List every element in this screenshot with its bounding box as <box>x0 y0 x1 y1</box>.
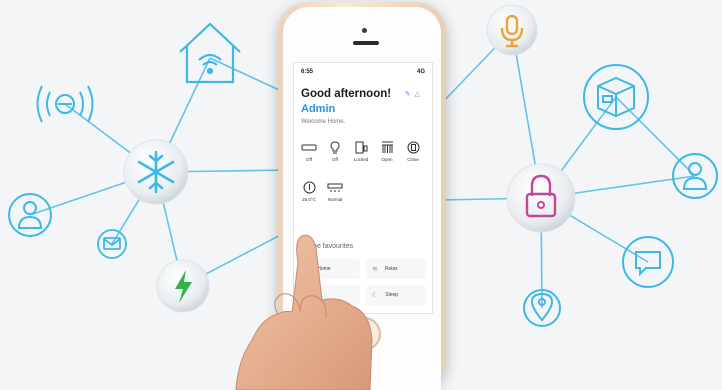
snowflake-icon <box>123 139 189 205</box>
ac-unit-icon <box>301 144 317 150</box>
device-blinds[interactable]: Open <box>376 141 398 162</box>
door-lock-icon <box>355 141 367 154</box>
scene-label: Sleep <box>385 292 399 298</box>
scene-icon: ◌ <box>306 291 311 299</box>
bulb-icon <box>330 141 340 154</box>
device-label: Normal <box>327 197 343 202</box>
relax-icon: ≋ <box>372 266 378 273</box>
scene-label: Relax <box>384 266 398 272</box>
earpiece-speaker <box>353 41 379 45</box>
device-thermostat[interactable]: 25.0°C <box>298 181 320 202</box>
favourites-title: Scene favourites <box>301 243 354 250</box>
scene-tile-sleep[interactable]: ☾ Sleep <box>366 285 426 305</box>
scene-tile-home[interactable]: ⌂ Home <box>300 259 360 279</box>
phone-bezel: 6:55 4G Good afternoon! ✎△ Admin Welcome… <box>283 7 441 390</box>
blinds-icon <box>381 141 393 153</box>
device-label: 25.0°C <box>302 197 316 202</box>
username: Admin <box>301 103 336 115</box>
device-light[interactable]: Off <box>324 141 346 162</box>
greeting-title: Good afternoon! <box>301 88 392 100</box>
status-signal: 4G <box>416 69 425 75</box>
device-label: Close <box>407 157 419 162</box>
device-ac[interactable]: Off <box>298 141 320 162</box>
padlock-icon <box>506 163 576 233</box>
device-label: Open <box>381 157 393 162</box>
home-scene-icon: ⌂ <box>306 265 311 273</box>
scene-tile-relax[interactable]: ≋ Relax <box>366 259 426 279</box>
status-time: 6:55 <box>301 69 314 75</box>
device-other[interactable]: Close <box>402 141 424 162</box>
app-screen: 6:55 4G Good afternoon! ✎△ Admin Welcome… <box>293 62 433 314</box>
welcome-text: Welcome Home. <box>301 119 346 125</box>
ac-mode-icon <box>327 183 343 192</box>
device-ac-mode[interactable]: Normal <box>324 181 346 202</box>
device-label: Locked <box>353 157 369 162</box>
scene-tile-other[interactable]: ◌ <box>300 285 360 305</box>
home-button[interactable] <box>347 317 381 351</box>
notification-bell-icon[interactable]: △ <box>415 91 424 98</box>
header-actions[interactable]: ✎△ <box>405 90 424 98</box>
status-bar: 6:55 4G <box>301 69 425 75</box>
device-label: Off <box>332 157 338 162</box>
device-lock[interactable]: Locked <box>350 141 372 162</box>
device-icon <box>407 141 419 154</box>
scene-label: Home <box>317 266 331 272</box>
device-label: Off <box>306 157 312 162</box>
thermometer-icon <box>303 181 315 194</box>
microphone-icon <box>486 4 538 56</box>
edit-icon[interactable]: ✎ <box>405 91 415 98</box>
sleep-icon: ☾ <box>372 292 379 299</box>
lightning-icon <box>156 259 210 313</box>
front-camera <box>362 28 367 33</box>
smartphone: 6:55 4G Good afternoon! ✎△ Admin Welcome… <box>278 2 446 390</box>
